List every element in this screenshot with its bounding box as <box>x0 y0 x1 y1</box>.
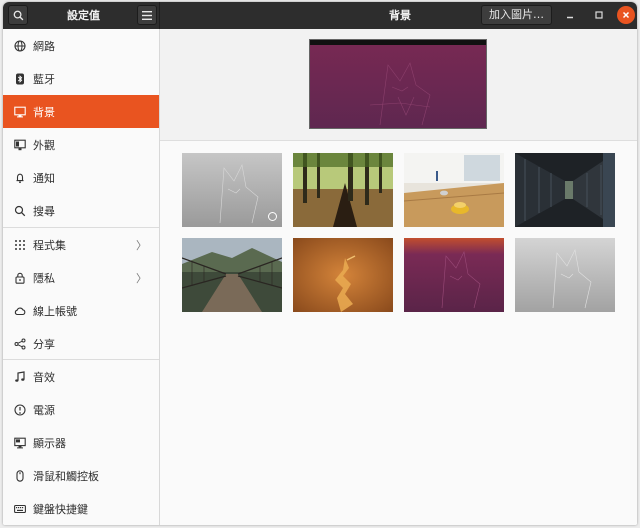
hamburger-menu-icon <box>142 10 152 20</box>
sidebar-item-label: 隱私 <box>33 271 55 285</box>
sidebar-item-appearance[interactable]: 外觀 <box>3 128 159 161</box>
wallpaper-thumbnail[interactable] <box>515 153 615 227</box>
sidebar-item-label: 搜尋 <box>33 204 55 218</box>
sidebar-item-label: 鍵盤快捷鍵 <box>33 502 88 516</box>
sidebar-item-bluetooth[interactable]: 藍牙 <box>3 62 159 95</box>
maximize-icon <box>595 11 603 19</box>
sidebar-item-notifications[interactable]: 通知 <box>3 161 159 194</box>
selected-check-icon <box>268 212 277 221</box>
cloud-icon <box>13 304 27 318</box>
wallpaper-thumbnail[interactable] <box>404 238 504 312</box>
share-icon <box>13 337 27 351</box>
header-bar: 設定值 背景 加入圖片… <box>3 2 637 29</box>
sidebar-item-sharing[interactable]: 分享 <box>3 327 159 360</box>
sidebar-item-label: 程式集 <box>33 238 66 252</box>
sidebar-header: 設定值 <box>3 2 160 29</box>
table-wallpaper-image <box>404 153 504 227</box>
close-icon <box>622 11 630 19</box>
display-icon <box>13 436 27 450</box>
bell-icon <box>13 171 27 185</box>
sidebar-item-displays[interactable]: 顯示器 <box>3 426 159 459</box>
sidebar-title: 設定值 <box>67 9 100 22</box>
minimize-button[interactable] <box>561 6 579 24</box>
chevron-right-icon: 〉 <box>136 239 147 252</box>
power-icon <box>13 403 27 417</box>
wallpaper-thumbnail-selected[interactable] <box>182 153 282 227</box>
maximize-button[interactable] <box>590 6 608 24</box>
content-header: 背景 加入圖片… <box>160 2 637 29</box>
wallpaper-thumbnail[interactable] <box>182 238 282 312</box>
add-picture-button[interactable]: 加入圖片… <box>481 5 552 25</box>
orange-sculpture-wallpaper-image <box>293 238 393 312</box>
background-icon <box>13 105 27 119</box>
appearance-icon <box>13 138 27 152</box>
music-note-icon <box>13 370 27 384</box>
sidebar-item-label: 滑鼠和觸控板 <box>33 469 99 483</box>
search-icon <box>13 10 23 20</box>
sidebar-item-search[interactable]: 搜尋 <box>3 194 159 227</box>
chevron-right-icon: 〉 <box>136 272 147 285</box>
purple-cat-wallpaper-image <box>404 238 504 312</box>
sidebar-item-network[interactable]: 網路 <box>3 29 159 62</box>
sidebar-item-power[interactable]: 電源 <box>3 393 159 426</box>
page-title: 背景 <box>389 9 411 22</box>
sidebar-item-applications[interactable]: 程式集 〉 <box>3 228 159 261</box>
sidebar-item-label: 顯示器 <box>33 436 66 450</box>
minimize-icon <box>567 16 573 19</box>
grey-cat-wallpaper-image <box>182 153 282 227</box>
sidebar-item-background[interactable]: 背景 <box>3 95 159 128</box>
sidebar-item-label: 音效 <box>33 370 55 384</box>
network-icon <box>13 39 27 53</box>
keyboard-icon <box>13 502 27 516</box>
menu-button[interactable] <box>137 5 157 25</box>
sidebar-item-label: 分享 <box>33 337 55 351</box>
background-panel <box>160 29 637 525</box>
bridge-wallpaper-image <box>182 238 282 312</box>
mouse-icon <box>13 469 27 483</box>
sidebar-item-mouse-touchpad[interactable]: 滑鼠和觸控板 <box>3 459 159 492</box>
ubuntu-cat-artwork <box>310 45 486 128</box>
sidebar-item-label: 線上帳號 <box>33 304 77 318</box>
apps-grid-icon <box>13 238 27 252</box>
sidebar-item-label: 網路 <box>33 39 55 53</box>
forest-wallpaper-image <box>293 153 393 227</box>
bluetooth-icon <box>13 72 27 86</box>
sidebar-item-label: 通知 <box>33 171 55 185</box>
preview-area <box>160 29 637 141</box>
sidebar-item-online-accounts[interactable]: 線上帳號 <box>3 294 159 327</box>
sidebar-item-sound[interactable]: 音效 <box>3 360 159 393</box>
search-icon <box>13 204 27 218</box>
sidebar-item-keyboard-shortcuts[interactable]: 鍵盤快捷鍵 <box>3 492 159 525</box>
desktop-preview <box>309 39 487 129</box>
sidebar-item-label: 背景 <box>33 105 55 119</box>
subway-wallpaper-image <box>515 153 615 227</box>
wallpaper-thumbnail[interactable] <box>515 238 615 312</box>
wallpaper-thumbnail[interactable] <box>293 153 393 227</box>
light-grey-cat-wallpaper-image <box>515 238 615 312</box>
sidebar: 網路 藍牙 背景 外觀 通知 搜尋 程式集 〉 隱私 〉 線上帳號 分享 音效 … <box>3 29 160 525</box>
sidebar-item-privacy[interactable]: 隱私 〉 <box>3 261 159 294</box>
wallpaper-thumbnail[interactable] <box>293 238 393 312</box>
close-button[interactable] <box>617 6 635 24</box>
wallpaper-thumbnail[interactable] <box>404 153 504 227</box>
search-button[interactable] <box>8 5 28 25</box>
sidebar-item-label: 電源 <box>33 403 55 417</box>
sidebar-item-label: 藍牙 <box>33 72 55 86</box>
sidebar-item-label: 外觀 <box>33 138 55 152</box>
settings-window: 設定值 背景 加入圖片… 網路 藍牙 背景 外觀 通知 搜尋 程式集 〉 隱私 … <box>3 2 637 525</box>
lock-icon <box>13 271 27 285</box>
